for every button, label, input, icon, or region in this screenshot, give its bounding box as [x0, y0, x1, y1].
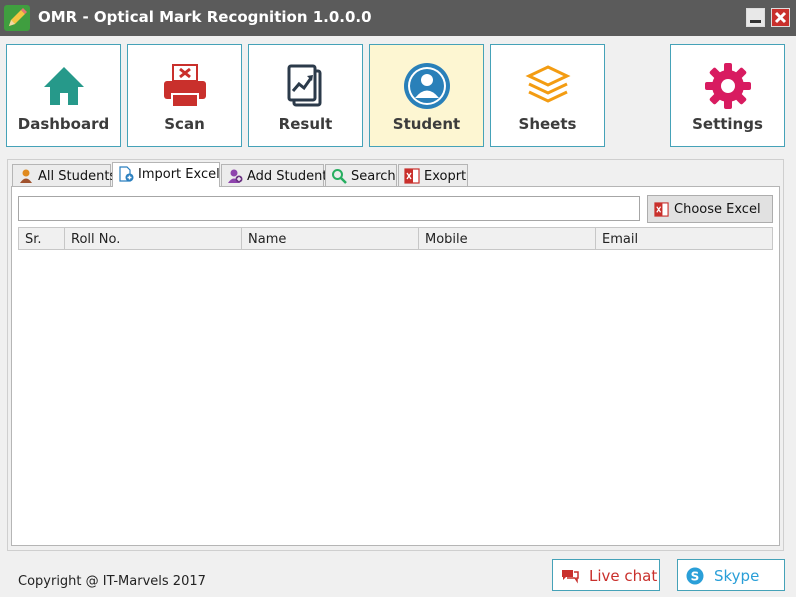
title-bar: OMR - Optical Mark Recognition 1.0.0.0: [0, 0, 796, 36]
nav-label: Settings: [692, 115, 763, 133]
column-header-roll-no[interactable]: Roll No.: [65, 228, 242, 249]
excel-icon: [654, 202, 669, 217]
nav-scan[interactable]: Scan: [127, 44, 242, 147]
excel-icon: [404, 168, 420, 184]
nav-student[interactable]: Student: [369, 44, 484, 147]
user-icon: [403, 63, 450, 109]
window-title: OMR - Optical Mark Recognition 1.0.0.0: [38, 8, 372, 26]
user-icon: [20, 169, 32, 183]
chat-icon: [562, 570, 579, 584]
pencil-icon: [4, 5, 30, 31]
nav-label: Scan: [164, 115, 205, 133]
nav-sheets[interactable]: Sheets: [490, 44, 605, 147]
nav-label: Sheets: [518, 115, 577, 133]
tab-label: Exoprt: [424, 169, 467, 184]
add-user-icon: [228, 169, 243, 183]
live-chat-button[interactable]: Live chat: [552, 559, 660, 591]
tab-search[interactable]: Search: [325, 164, 397, 186]
layers-icon: [524, 65, 571, 103]
choose-excel-button[interactable]: Choose Excel: [647, 195, 773, 223]
close-icon[interactable]: [771, 8, 790, 27]
chart-document-icon: [287, 64, 321, 107]
skype-label: Skype: [714, 567, 760, 585]
nav-result[interactable]: Result: [248, 44, 363, 147]
column-header-email[interactable]: Email: [596, 228, 772, 249]
column-header-name[interactable]: Name: [242, 228, 419, 249]
skype-icon: S: [686, 567, 704, 585]
tab-add-student[interactable]: Add Student: [221, 164, 328, 186]
tab-all-students[interactable]: All Students: [12, 164, 116, 186]
document-add-icon: [119, 166, 134, 182]
minimize-icon[interactable]: [746, 8, 765, 27]
tab-label: Add Student: [247, 169, 328, 184]
home-icon: [43, 67, 84, 105]
skype-button[interactable]: S Skype: [677, 559, 785, 591]
students-grid-header: Sr. Roll No. Name Mobile Email: [18, 227, 773, 250]
nav-label: Student: [392, 115, 461, 133]
nav-settings[interactable]: Settings: [670, 44, 785, 147]
file-path-input[interactable]: [18, 196, 640, 221]
tab-label: Search: [351, 169, 396, 184]
column-header-sr[interactable]: Sr.: [19, 228, 65, 249]
tab-label: All Students: [38, 169, 117, 184]
printer-icon: [163, 64, 206, 108]
column-header-mobile[interactable]: Mobile: [419, 228, 596, 249]
live-chat-label: Live chat: [589, 567, 658, 585]
gear-icon: [704, 63, 751, 109]
nav-dashboard[interactable]: Dashboard: [6, 44, 121, 147]
tab-export[interactable]: Exoprt: [398, 164, 468, 186]
tab-import-excel[interactable]: Import Excel: [112, 162, 220, 187]
nav-label: Result: [278, 115, 333, 133]
search-icon: [332, 169, 347, 184]
nav-label: Dashboard: [17, 115, 110, 133]
tab-label: Import Excel: [138, 167, 220, 182]
copyright-text: Copyright @ IT-Marvels 2017: [18, 574, 206, 589]
choose-excel-label: Choose Excel: [674, 202, 761, 217]
svg-text:S: S: [691, 570, 700, 584]
